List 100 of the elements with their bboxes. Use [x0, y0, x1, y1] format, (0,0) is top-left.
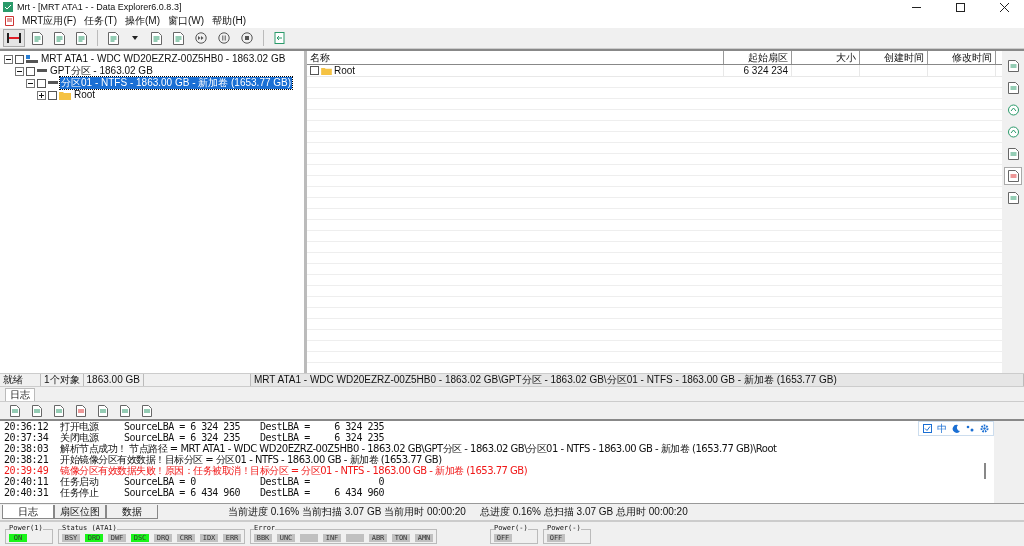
ime-mode[interactable]: 中: [937, 423, 947, 434]
source-lba: SourceLBA = 6 324 235: [124, 432, 241, 443]
dest-lba-value: 0: [377, 476, 384, 487]
document-icon: [76, 31, 87, 45]
log-time: 20:38:21: [4, 454, 50, 465]
dest-lba-label: DestLBA =: [260, 476, 311, 487]
log-time: 20:36:12: [4, 421, 50, 432]
menu-item[interactable]: 帮助(H): [212, 14, 247, 28]
status-text: 就绪: [0, 374, 41, 386]
collapse-toggle[interactable]: [15, 66, 24, 76]
column-header[interactable]: 名称: [307, 51, 724, 64]
dest-lba-label: DestLBA =: [260, 487, 311, 498]
column-header[interactable]: 修改时间: [928, 51, 996, 64]
caret-icon: [132, 36, 138, 40]
stop-icon: [241, 32, 253, 44]
menu-item[interactable]: 操作(M): [125, 14, 161, 28]
log-message: 解析节点成功！ 节点路径 = MRT ATA1 - WDC WD20EZRZ-00Z5HB0 - 1863.02 GB\GPT分区 - 1863.02 GB\分区01 - NTFS - 1863.00 GB - 新加卷 (1653.77 GB)\Root: [60, 443, 777, 454]
source-lba: SourceLBA = 0: [124, 476, 197, 487]
log-time: 20:38:03: [4, 443, 50, 454]
folder-icon: [321, 66, 332, 75]
settings-icon[interactable]: [980, 424, 989, 433]
log-message: 开始镜像分区有效数据！目标分区 = 分区01 - NTFS - 1863.00 GB - 新加卷 (1653.77 GB): [60, 454, 442, 465]
moon-icon[interactable]: [952, 424, 961, 433]
status-text: MRT ATA1 - WDC WD20EZRZ-00Z5HB0 - 1863.02 GB\GPT分区 - 1863.02 GB\分区01 - NTFS - 1863.00 GB - 新加卷 (1653.77 GB): [250, 374, 1024, 386]
tab[interactable]: 扇区位图: [54, 505, 106, 519]
document-icon: [98, 404, 108, 417]
document-icon: [1007, 60, 1019, 72]
log-time: 20:39:49: [4, 465, 50, 476]
connector-icon: [7, 33, 21, 43]
checkbox[interactable]: [15, 54, 24, 64]
toolbar-button[interactable]: [3, 29, 25, 47]
log-tab[interactable]: 日志: [5, 388, 35, 401]
document-icon: [1007, 82, 1019, 94]
column-header[interactable]: 大小: [792, 51, 860, 64]
pause-icon: [218, 32, 230, 44]
tab[interactable]: 数据: [106, 505, 158, 519]
document-icon: [142, 404, 152, 417]
log-message: 镜像分区有效数据失败！原因：任务被取消！目标分区 = 分区01 - NTFS - 1863.00 GB - 新加卷 (1653.77 GB): [60, 465, 528, 476]
source-lba: SourceLBA = 6 434 960: [124, 487, 241, 498]
document-icon: [1007, 192, 1019, 204]
document-icon: [1007, 148, 1019, 160]
table-cell: 6 324 234: [724, 65, 792, 76]
column-header[interactable]: 起始扇区: [724, 51, 792, 64]
disk-icon: [26, 54, 38, 64]
log-message: 任务启动: [60, 476, 99, 487]
collapse-toggle[interactable]: [26, 78, 35, 88]
status-text: 1863.00 GB: [83, 374, 144, 386]
document-icon: [173, 31, 184, 45]
document-icon: [76, 404, 86, 417]
checkbox[interactable]: [310, 66, 319, 75]
dest-lba-value: 6 324 235: [333, 432, 384, 443]
dest-lba-label: DestLBA =: [260, 421, 311, 432]
document-icon: [108, 31, 119, 45]
log-message: 任务停止: [60, 487, 100, 498]
progress-text: 总进度 0.16% 总扫描 3.07 GB 总用时 00:00:20: [479, 505, 688, 519]
tree-item[interactable]: GPT分区 - 1863.02 GB: [49, 65, 154, 77]
scrollbar[interactable]: [984, 463, 986, 479]
log-time: 20:37:34: [4, 432, 50, 443]
document-icon: [10, 404, 20, 417]
circle-icon: [1007, 126, 1019, 138]
circle-icon: [1007, 104, 1019, 116]
tree-item[interactable]: Root: [73, 89, 97, 101]
tree-item[interactable]: MRT ATA1 - WDC WD20EZRZ-00Z5HB0 - 1863.02 GB: [40, 53, 287, 65]
sidebar-button[interactable]: [1004, 167, 1022, 185]
file-name[interactable]: Root: [334, 65, 356, 76]
maximize-icon: [955, 2, 965, 12]
document-icon: [1007, 170, 1019, 182]
exit-icon: [274, 32, 285, 44]
skip-icon: [195, 32, 207, 44]
checkbox-icon[interactable]: [923, 424, 932, 433]
document-icon: [151, 31, 162, 45]
menu-item[interactable]: MRT应用(F): [22, 14, 77, 28]
checkbox[interactable]: [26, 66, 35, 76]
document-icon: [32, 404, 42, 417]
log-time: 20:40:31: [4, 487, 50, 498]
menu-item[interactable]: 任务(T): [84, 14, 118, 28]
window-title: Mrt - [MRT ATA1 - - Data Explorer6.0.8.3]: [17, 2, 182, 12]
status-text: 1个对象: [41, 374, 84, 386]
close-icon: [999, 2, 1009, 12]
minimize-icon: [911, 6, 921, 8]
expand-toggle[interactable]: [37, 90, 46, 100]
log-message: 关闭电源: [60, 432, 100, 443]
menu-item[interactable]: 窗口(W): [168, 14, 205, 28]
source-lba: SourceLBA = 6 324 235: [124, 421, 241, 432]
tab[interactable]: 日志: [2, 505, 54, 519]
log-message: 打开电源: [60, 421, 100, 432]
dest-lba-label: DestLBA =: [260, 432, 311, 443]
collapse-toggle[interactable]: [4, 54, 13, 64]
document-icon: [120, 404, 130, 417]
document-icon: [54, 404, 64, 417]
dest-lba-value: 6 324 235: [333, 421, 384, 432]
punctuation-icon[interactable]: [966, 424, 975, 433]
checkbox[interactable]: [37, 78, 46, 88]
progress-text: 当前进度 0.16% 当前扫描 3.07 GB 当前用时 00:00:20: [228, 505, 466, 519]
column-header[interactable]: 创建时间: [860, 51, 928, 64]
tree-item[interactable]: 分区01 - NTFS - 1863.00 GB - 新加卷 (1653.77 GB): [60, 77, 293, 89]
log-time: 20:40:11: [4, 476, 50, 487]
document-icon: [32, 31, 43, 45]
document-icon: [54, 31, 65, 45]
checkbox[interactable]: [48, 90, 57, 100]
